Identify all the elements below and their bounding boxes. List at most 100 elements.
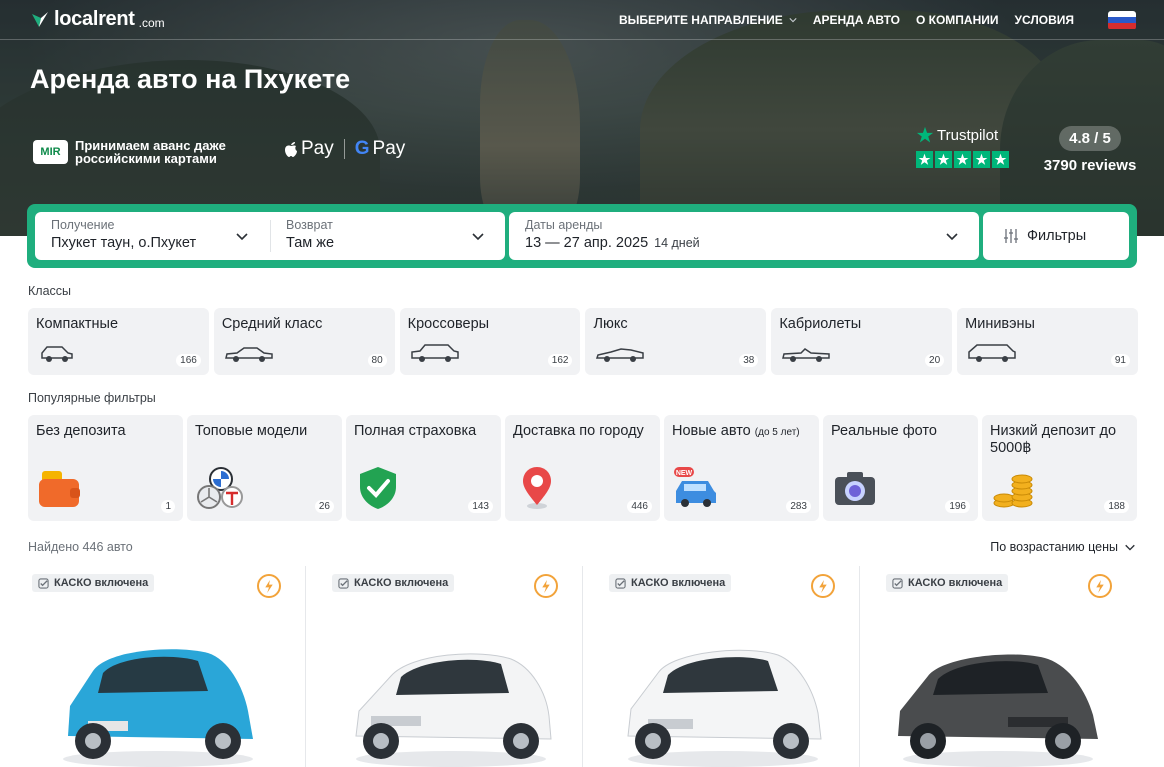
- trustpilot-stars: [916, 151, 1009, 168]
- instant-booking-icon: [1088, 574, 1112, 598]
- filter-count: 196: [945, 500, 970, 513]
- insurance-badge: КАСКО включена: [332, 574, 455, 592]
- filter-full-insurance[interactable]: Полная страховка 143: [346, 415, 501, 521]
- class-count: 91: [1110, 354, 1130, 367]
- apple-icon: [285, 141, 297, 157]
- star-icon: [916, 151, 933, 168]
- nav-item-label: УСЛОВИЯ: [1014, 13, 1074, 27]
- car-card[interactable]: КАСКО включена: [859, 566, 1136, 767]
- sort-label: По возрастанию цены: [990, 540, 1118, 554]
- car-photo: [63, 649, 253, 767]
- results-count: Найдено 446 авто: [28, 540, 133, 554]
- car-card[interactable]: КАСКО включена: [582, 566, 859, 767]
- instant-booking-icon: [534, 574, 558, 598]
- class-card-crossover[interactable]: Кроссоверы 162: [399, 308, 581, 375]
- apple-pay: Pay: [284, 138, 334, 160]
- filter-name: Новые авто (до 5 лет): [672, 423, 812, 441]
- class-name: Минивэны: [965, 316, 1035, 332]
- top-navigation: localrent .com ВЫБЕРИТЕ НАПРАВЛЕНИЕ АРЕН…: [0, 0, 1164, 40]
- filter-count: 283: [786, 500, 811, 513]
- filter-new-cars[interactable]: Новые авто (до 5 лет) NEW 283: [664, 415, 819, 521]
- filters-button[interactable]: Фильтры: [983, 212, 1129, 260]
- insurance-badge-label: КАСКО включена: [54, 577, 149, 589]
- insurance-badge: КАСКО включена: [886, 574, 1009, 592]
- filter-count: 143: [468, 500, 493, 513]
- nav-item-label: ВЫБЕРИТЕ НАПРАВЛЕНИЕ: [618, 13, 783, 27]
- filter-name: Топовые модели: [195, 423, 308, 439]
- sport-car-icon: [596, 348, 645, 362]
- shield-check-icon: [360, 467, 396, 509]
- dates-box[interactable]: Даты аренды 13 — 27 апр. 2025 14 дней: [509, 212, 979, 260]
- filter-name: Реальные фото: [831, 423, 937, 439]
- insurance-badge-label: КАСКО включена: [908, 577, 1003, 589]
- dates-field[interactable]: Даты аренды 13 — 27 апр. 2025 14 дней: [509, 212, 979, 260]
- class-card-convertible[interactable]: Кабриолеты 20: [771, 308, 953, 375]
- nav-item-terms[interactable]: УСЛОВИЯ: [1014, 13, 1074, 27]
- filter-top-models[interactable]: Топовые модели 26: [187, 415, 342, 521]
- class-card-luxury[interactable]: Люкс 38: [585, 308, 767, 375]
- car-photo: [627, 649, 822, 767]
- class-name: Люкс: [593, 316, 628, 332]
- new-car-icon: NEW: [674, 467, 716, 507]
- logo-suffix: .com: [138, 15, 165, 30]
- chevron-down-icon: [789, 18, 797, 23]
- class-card-compact[interactable]: Компактные 166: [28, 308, 209, 375]
- rating-summary[interactable]: 4.8 / 5 3790 reviews: [1043, 126, 1137, 174]
- nav-item-label: АРЕНДА АВТО: [812, 13, 900, 27]
- nav-item-about[interactable]: О КОМПАНИИ: [916, 13, 999, 27]
- trustpilot-label: Trustpilot: [937, 126, 999, 144]
- filter-count: 1: [161, 500, 175, 513]
- star-icon: [954, 151, 971, 168]
- dates-value: 13 — 27 апр. 2025 14 дней: [525, 235, 979, 251]
- sort-dropdown[interactable]: По возрастанию цены: [990, 540, 1136, 554]
- class-count: 20: [925, 354, 945, 367]
- filter-real-photos[interactable]: Реальные фото 196: [823, 415, 978, 521]
- chevron-down-icon: [1125, 544, 1135, 551]
- car-card[interactable]: КАСКО включена: [28, 566, 305, 767]
- filter-name-note: (до 5 лет): [754, 427, 800, 438]
- mir-text: Принимаем аванс даже российскими картами: [75, 138, 226, 166]
- trustpilot-star-icon: [916, 126, 934, 143]
- filters-box: Фильтры: [983, 212, 1129, 260]
- instant-booking-icon: [811, 574, 835, 598]
- logo-text: localrent: [54, 8, 135, 30]
- nav-item-label: О КОМПАНИИ: [915, 13, 999, 27]
- page-title: Аренда авто на Пхукете: [30, 64, 351, 94]
- filter-name: Без депозита: [36, 423, 126, 439]
- return-field[interactable]: Возврат Там же: [270, 212, 505, 260]
- filter-count: 446: [627, 500, 652, 513]
- filter-name: Полная страховка: [354, 423, 477, 439]
- star-icon: [992, 151, 1009, 168]
- filter-name: Низкий депозит до 5000฿: [990, 423, 1117, 456]
- filter-no-deposit[interactable]: Без депозита 1: [28, 415, 183, 521]
- flag-ru-icon[interactable]: [1108, 10, 1136, 30]
- trustpilot-widget[interactable]: Trustpilot: [916, 126, 1009, 168]
- instant-booking-icon: [257, 574, 281, 598]
- car-card[interactable]: КАСКО включена: [305, 566, 582, 767]
- minivan-car-icon: [968, 344, 1016, 362]
- chevron-down-icon[interactable]: [471, 229, 485, 243]
- google-pay-label: Pay: [372, 138, 406, 159]
- class-card-minivan[interactable]: Минивэны 91: [957, 308, 1138, 375]
- filter-city-delivery[interactable]: Доставка по городу 446: [505, 415, 660, 521]
- sedan-car-icon: [224, 347, 273, 362]
- dates-days: 14 дней: [654, 236, 700, 250]
- class-count: 38: [739, 354, 759, 367]
- nav-item-destination[interactable]: ВЫБЕРИТЕ НАПРАВЛЕНИЕ: [619, 13, 797, 27]
- class-card-midsize[interactable]: Средний класс 80: [213, 308, 395, 375]
- star-icon: [973, 151, 990, 168]
- popular-filters-heading: Популярные фильтры: [28, 391, 156, 405]
- google-g-icon: G: [354, 138, 370, 159]
- insurance-badge-label: КАСКО включена: [631, 577, 726, 589]
- filter-low-deposit[interactable]: Низкий депозит до 5000฿ 188: [982, 415, 1137, 521]
- car-photo: [355, 653, 552, 767]
- nav-item-car-rental[interactable]: АРЕНДА АВТО: [813, 13, 900, 27]
- site-logo[interactable]: localrent .com: [30, 8, 165, 31]
- search-bar: Получение Пхукет таун, о.Пхукет Возврат …: [27, 204, 1137, 268]
- review-count: 3790 reviews: [1043, 157, 1137, 174]
- chevron-down-icon[interactable]: [945, 229, 959, 243]
- chevron-down-icon[interactable]: [235, 229, 249, 243]
- class-name: Кабриолеты: [779, 316, 862, 332]
- class-name: Средний класс: [221, 316, 323, 332]
- filter-count: 26: [314, 500, 334, 513]
